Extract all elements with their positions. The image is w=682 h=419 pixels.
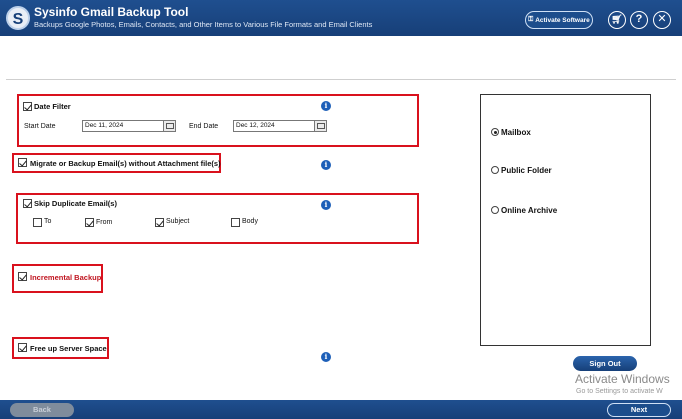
- dup-from-label: From: [96, 219, 113, 226]
- online-archive-radio[interactable]: [491, 206, 499, 214]
- help-icon[interactable]: ?: [630, 11, 648, 29]
- end-date-picker[interactable]: Dec 12, 2024: [233, 120, 327, 132]
- date-filter-label: Date Filter: [34, 102, 71, 111]
- close-icon[interactable]: ✕: [653, 11, 671, 29]
- activate-windows-watermark: Activate Windows: [575, 372, 670, 386]
- dup-body-label: Body: [242, 218, 258, 225]
- cart-icon[interactable]: 🛒︎: [608, 11, 626, 29]
- dup-subject-checkbox[interactable]: [155, 218, 164, 227]
- skip-duplicate-info-icon[interactable]: i: [321, 200, 331, 210]
- public-folder-radio[interactable]: [491, 166, 499, 174]
- dup-to-checkbox[interactable]: [33, 218, 42, 227]
- target-panel: Mailbox Public Folder Online Archive: [480, 94, 651, 346]
- sign-out-button[interactable]: Sign Out: [573, 356, 637, 371]
- activate-software-button[interactable]: ⚿ Activate Software: [525, 11, 593, 29]
- skip-duplicate-checkbox[interactable]: [23, 199, 32, 208]
- start-date-picker[interactable]: Dec 11, 2024: [82, 120, 176, 132]
- online-archive-label: Online Archive: [501, 206, 558, 215]
- skip-duplicate-label: Skip Duplicate Email(s): [34, 199, 117, 208]
- activate-software-label: Activate Software: [535, 16, 590, 24]
- app-logo: S: [6, 6, 30, 30]
- dup-to-label: To: [44, 218, 52, 225]
- dup-from-checkbox[interactable]: [85, 218, 94, 227]
- free-up-space-checkbox[interactable]: [18, 343, 27, 352]
- key-icon: ⚿: [528, 16, 534, 23]
- start-date-label: Start Date: [24, 123, 56, 130]
- mailbox-label: Mailbox: [501, 128, 531, 137]
- calendar-icon[interactable]: [163, 121, 175, 131]
- app-subtitle: Backups Google Photos, Emails, Contacts,…: [34, 20, 373, 29]
- migrate-info-icon[interactable]: i: [321, 160, 331, 170]
- back-button: Back: [10, 403, 74, 417]
- incremental-backup-label: Incremental Backup: [30, 273, 102, 282]
- dup-subject-label: Subject: [166, 218, 190, 225]
- end-date-value: Dec 12, 2024: [236, 122, 275, 129]
- next-button[interactable]: Next: [607, 403, 671, 417]
- end-date-label: End Date: [189, 123, 219, 130]
- date-filter-info-icon[interactable]: i: [321, 101, 331, 111]
- dup-body-checkbox[interactable]: [231, 218, 240, 227]
- app-window: S Sysinfo Gmail Backup Tool Backups Goog…: [0, 0, 682, 419]
- date-filter-checkbox[interactable]: [23, 102, 32, 111]
- start-date-value: Dec 11, 2024: [85, 122, 124, 129]
- date-filter-highlight: [17, 94, 419, 147]
- free-space-info-icon[interactable]: i: [321, 352, 331, 362]
- activate-windows-hint: Go to Settings to activate W: [576, 388, 663, 395]
- app-title: Sysinfo Gmail Backup Tool: [34, 5, 189, 19]
- top-divider: [6, 79, 676, 80]
- migrate-without-attachment-label: Migrate or Backup Email(s) without Attac…: [30, 159, 221, 168]
- public-folder-label: Public Folder: [501, 166, 552, 175]
- incremental-backup-checkbox[interactable]: [18, 272, 27, 281]
- title-bar: S Sysinfo Gmail Backup Tool Backups Goog…: [0, 0, 682, 36]
- footer-bar: Back Next: [0, 400, 682, 419]
- mailbox-radio[interactable]: [491, 128, 499, 136]
- calendar-icon[interactable]: [314, 121, 326, 131]
- migrate-without-attachment-checkbox[interactable]: [18, 158, 27, 167]
- free-up-space-label: Free up Server Space: [30, 344, 107, 353]
